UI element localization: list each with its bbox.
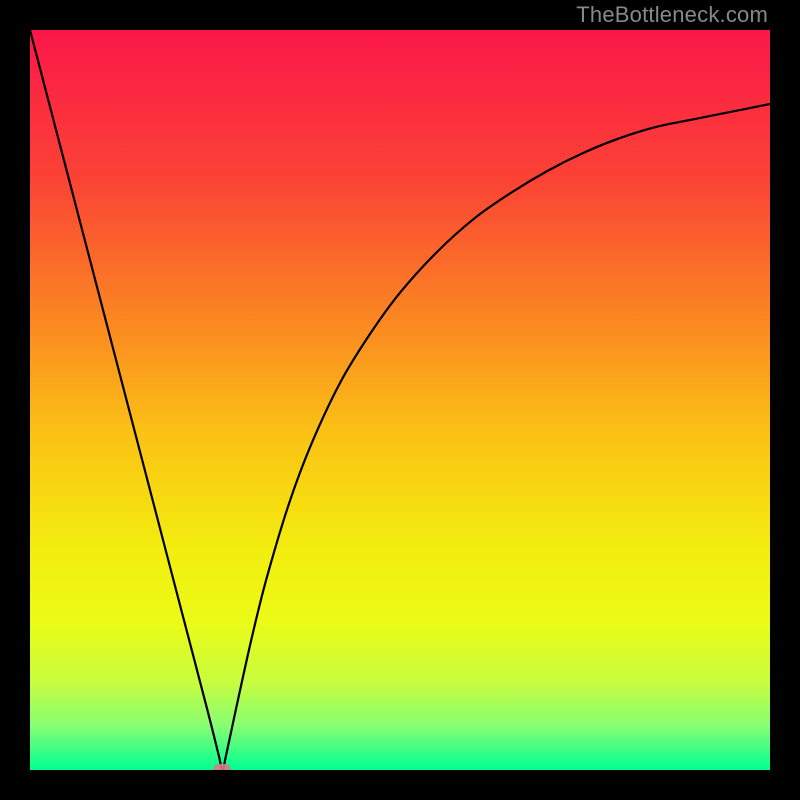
minimum-marker (213, 764, 231, 770)
plot-area (30, 30, 770, 770)
bottleneck-curve (30, 30, 770, 770)
chart-frame: TheBottleneck.com (0, 0, 800, 800)
watermark-text: TheBottleneck.com (576, 2, 768, 28)
